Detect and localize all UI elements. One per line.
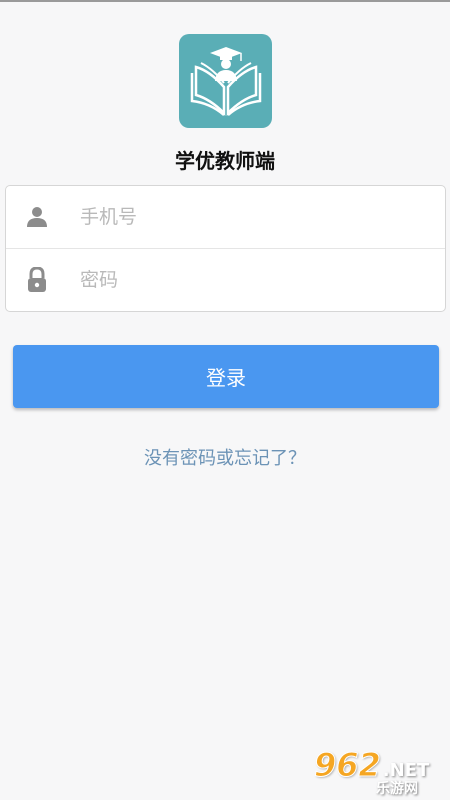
login-form (5, 185, 446, 312)
watermark-number: 962 (314, 746, 382, 784)
status-bar-divider (0, 0, 450, 2)
open-book-graduate-icon (190, 47, 261, 117)
forgot-password-link[interactable]: 没有密码或忘记了？ (0, 444, 450, 470)
password-row (6, 249, 445, 311)
app-logo (179, 34, 272, 128)
login-screen: 学优教师端 登录 没有密码或忘记了？ (0, 0, 450, 800)
phone-row (6, 186, 445, 248)
phone-input[interactable] (80, 197, 435, 237)
app-title: 学优教师端 (175, 149, 275, 173)
user-icon (24, 204, 50, 230)
lock-icon (24, 267, 50, 293)
password-input[interactable] (80, 260, 435, 300)
watermark-logo: 962 .NET (314, 746, 430, 784)
watermark-site-name: 乐游网 (376, 781, 418, 797)
site-watermark: 962 .NET 乐游网 (310, 748, 448, 798)
login-button[interactable]: 登录 (13, 345, 439, 408)
